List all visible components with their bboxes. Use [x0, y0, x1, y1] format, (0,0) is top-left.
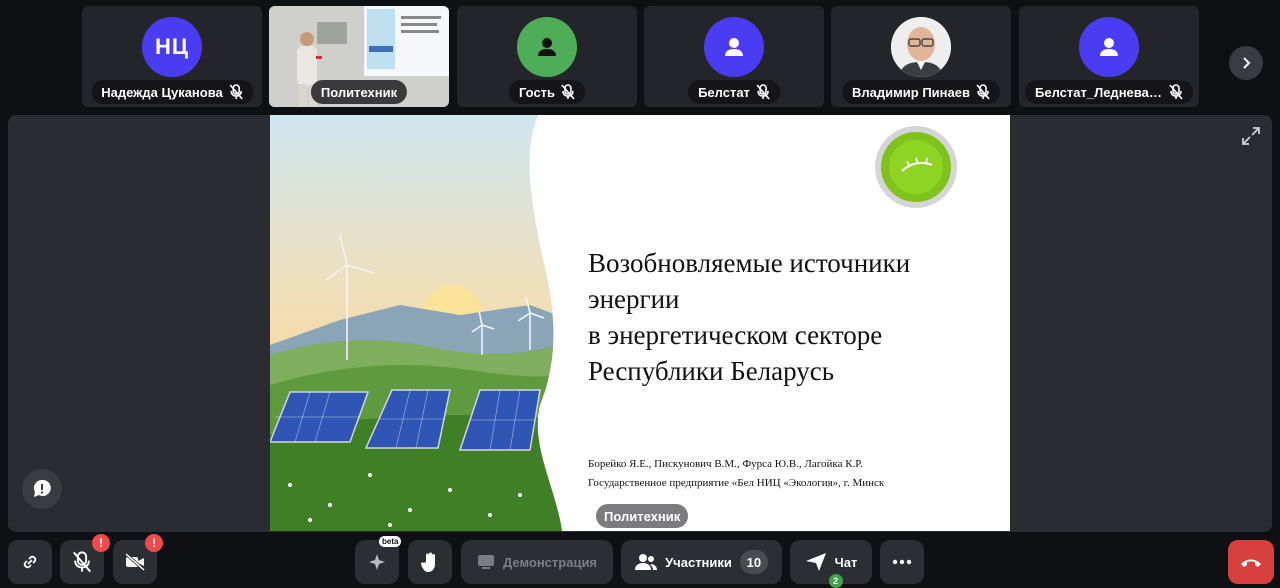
camera-off-icon — [125, 552, 145, 572]
participant-name-chip: Белстат_Леднева ... — [1025, 80, 1193, 104]
mic-off-icon — [756, 84, 770, 100]
participant-name: Владимир Пинаев — [852, 84, 970, 100]
chat-icon-wrap: 2 — [805, 552, 843, 588]
participant-name-chip: Гость — [508, 80, 586, 104]
slide-authors: Борейко Я.Е., Пискунович В.М., Фурса Ю.В… — [588, 455, 884, 493]
expand-icon — [1242, 127, 1260, 145]
presentation-slide: Возобновляемые источники энергии в энерг… — [270, 115, 1010, 531]
chat-unread-badge: 2 — [828, 574, 843, 588]
chevron-right-icon — [1243, 57, 1251, 69]
slide-organization: Государственное предприятие «Бел НИЦ «Эк… — [588, 477, 885, 489]
mic-off-icon — [976, 84, 990, 100]
participant-name: Гость — [518, 84, 556, 100]
avatar: НЦ — [142, 17, 202, 77]
slide-author-list: Борейко Я.Е., Пискунович В.М., Фурса Ю.В… — [588, 458, 863, 470]
chat-label: Чат — [834, 554, 858, 570]
belnic-logo — [874, 125, 958, 209]
screen-share-button[interactable]: Демонстрация — [461, 540, 613, 584]
participant-tile[interactable]: НЦ Надежда Цуканова — [82, 6, 262, 107]
screen-share-label: Демонстрация — [502, 554, 598, 570]
end-call-button[interactable] — [1228, 540, 1274, 584]
link-icon — [23, 555, 37, 569]
screen-share-icon — [477, 555, 494, 569]
more-dots-icon — [892, 559, 912, 565]
fullscreen-button[interactable] — [1239, 124, 1263, 148]
participant-photo — [891, 17, 951, 77]
participant-name: Белстат_Леднева ... — [1035, 84, 1163, 100]
mic-off-icon — [229, 84, 243, 100]
sparkle-icon — [369, 554, 385, 570]
beta-badge: beta — [379, 536, 402, 547]
hang-up-icon — [1241, 559, 1261, 567]
camera-alert-badge: ! — [145, 534, 163, 552]
participants-count: 10 — [739, 550, 768, 574]
speaker-label: Политехник — [596, 504, 689, 528]
ai-assistant-button[interactable]: beta — [355, 536, 402, 584]
send-icon — [805, 553, 826, 571]
participant-name: Белстат — [698, 84, 750, 100]
microphone-toggle-button[interactable]: ! — [60, 534, 110, 584]
main-stage: Возобновляемые источники энергии в энерг… — [8, 115, 1272, 532]
participants-button[interactable]: Участники 10 — [621, 540, 782, 584]
feedback-icon — [33, 479, 51, 497]
participant-tile[interactable]: Гость — [457, 6, 637, 107]
chat-button[interactable]: 2 Чат — [790, 540, 872, 588]
mic-off-icon — [73, 551, 91, 573]
mic-off-icon — [1169, 84, 1183, 100]
more-button[interactable] — [880, 540, 924, 584]
feedback-button[interactable] — [22, 469, 62, 509]
participants-icon — [635, 554, 658, 570]
participant-tile[interactable]: Политехник — [269, 6, 449, 107]
participant-tile[interactable]: Белстат_Леднева ... — [1019, 6, 1199, 107]
mic-off-icon — [561, 84, 575, 100]
person-icon — [725, 38, 743, 56]
copy-link-button[interactable] — [8, 540, 52, 584]
slide-title: Возобновляемые источники энергии в энерг… — [588, 248, 911, 386]
avatar — [517, 17, 577, 77]
avatar — [704, 17, 764, 77]
participant-name: Политехник — [320, 84, 398, 100]
next-participants-button[interactable] — [1229, 46, 1263, 80]
person-icon — [1100, 38, 1118, 56]
avatar — [891, 17, 951, 77]
avatar — [1079, 17, 1139, 77]
slide-illustration — [270, 115, 562, 531]
mic-alert-badge: ! — [92, 534, 110, 552]
participant-tile[interactable]: Владимир Пинаев — [831, 6, 1011, 107]
participant-name-chip: Политехник — [310, 80, 408, 104]
participants-label: Участники — [665, 554, 732, 570]
participant-tile[interactable]: Белстат — [644, 6, 824, 107]
hand-icon — [420, 552, 435, 572]
participant-name: Надежда Цуканова — [101, 84, 223, 100]
participant-name-chip: Надежда Цуканова — [91, 80, 253, 104]
person-icon — [538, 38, 556, 56]
raise-hand-button[interactable] — [408, 540, 452, 584]
camera-toggle-button[interactable]: ! — [113, 534, 163, 584]
participant-name-chip: Владимир Пинаев — [842, 80, 1000, 104]
participant-name-chip: Белстат — [688, 80, 780, 104]
